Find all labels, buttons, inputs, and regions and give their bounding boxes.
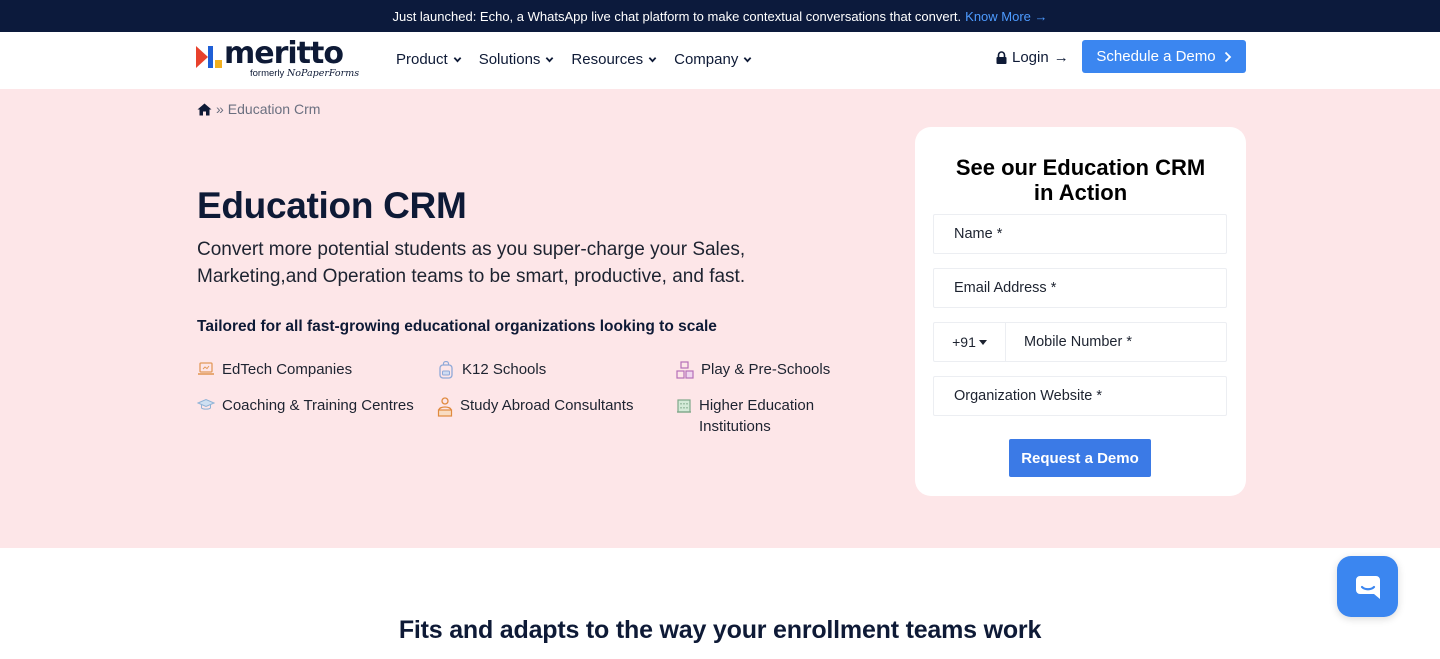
announcement-text: Just launched: Echo, a WhatsApp live cha…: [392, 8, 962, 24]
schedule-demo-button[interactable]: Schedule a Demo: [1082, 40, 1246, 73]
main-nav: Product Solutions Resources Company: [396, 51, 752, 68]
login-label: Login: [1012, 49, 1049, 66]
hero-subtitle: Convert more potential students as you s…: [197, 239, 746, 287]
country-code-value: +91: [952, 334, 976, 350]
page-title: Education CRM: [197, 185, 467, 226]
name-field-wrap: [933, 214, 1227, 254]
chevron-down-icon: [648, 57, 657, 63]
home-icon[interactable]: [197, 103, 212, 116]
hero-tagline: Tailored for all fast-growing educationa…: [197, 318, 717, 335]
chevron-right-icon: [1224, 51, 1231, 62]
know-more-link[interactable]: Know More →: [965, 9, 1047, 24]
segment-higher-education: Higher Education Institutions: [676, 395, 814, 437]
logo-subtitle: formerly NoPaperForms: [250, 68, 360, 79]
graduation-cap-icon: [197, 398, 215, 410]
nav-resources[interactable]: Resources: [571, 51, 657, 68]
nav-product[interactable]: Product: [396, 51, 462, 68]
nav-solutions[interactable]: Solutions: [479, 51, 555, 68]
breadcrumb-separator: »: [216, 101, 224, 117]
chevron-down-icon: [453, 57, 462, 63]
nav-company[interactable]: Company: [674, 51, 752, 68]
schedule-demo-label: Schedule a Demo: [1096, 48, 1216, 65]
lock-icon: [996, 51, 1007, 64]
section-title: Fits and adapts to the way your enrollme…: [398, 616, 1042, 644]
segment-coaching: Coaching & Training Centres: [197, 395, 414, 416]
chevron-down-icon: [744, 57, 752, 63]
laptop-icon: [198, 362, 214, 375]
form-title: See our Education CRM in Action: [955, 155, 1206, 205]
request-demo-button[interactable]: Request a Demo: [1009, 439, 1151, 477]
login-link[interactable]: Login →: [996, 49, 1069, 66]
backpack-icon: [439, 361, 453, 379]
hero-section: » Education Crm Education CRM Convert mo…: [0, 89, 1440, 548]
demo-request-form: See our Education CRM in Action +91 Requ…: [915, 127, 1246, 496]
site-header: meritto formerly NoPaperForms Product So…: [0, 32, 1440, 89]
country-code-select[interactable]: +91: [934, 323, 1006, 361]
consultant-icon: [437, 397, 453, 417]
know-more-label: Know More: [965, 8, 1031, 24]
email-input[interactable]: [954, 280, 1226, 296]
building-icon: [677, 399, 691, 413]
meritto-mark-icon: [196, 46, 222, 68]
caret-down-icon: [978, 339, 987, 345]
segment-study-abroad: Study Abroad Consultants: [437, 395, 633, 417]
name-input[interactable]: [954, 226, 1226, 242]
meritto-logo[interactable]: meritto formerly NoPaperForms: [196, 36, 360, 82]
website-input[interactable]: [954, 388, 1226, 404]
breadcrumb-current: Education Crm: [227, 101, 321, 117]
segment-preschool: Play & Pre-Schools: [676, 359, 830, 380]
website-field-wrap: [933, 376, 1227, 416]
mobile-input[interactable]: [1024, 334, 1226, 350]
arrow-right-icon: →: [1053, 49, 1069, 66]
segment-edtech: EdTech Companies: [197, 359, 352, 380]
breadcrumb: » Education Crm: [197, 101, 320, 117]
logo-wordmark: meritto: [224, 36, 344, 71]
chat-bubble-icon: [1355, 575, 1380, 599]
segment-k12: K12 Schools: [437, 359, 546, 380]
chat-widget-button[interactable]: [1337, 556, 1398, 617]
email-field-wrap: [933, 268, 1227, 308]
announcement-bar: Just launched: Echo, a WhatsApp live cha…: [0, 0, 1440, 32]
chevron-down-icon: [546, 57, 554, 63]
blocks-icon: [676, 361, 694, 379]
arrow-right-icon: →: [1034, 8, 1048, 24]
phone-field-wrap: +91: [933, 322, 1227, 362]
